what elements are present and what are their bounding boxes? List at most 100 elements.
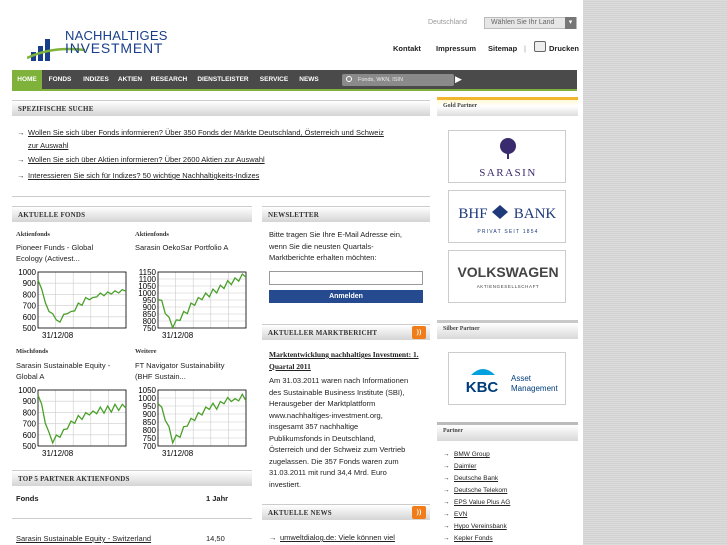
body-line: zugelassen. Die 357 Fonds waren zum	[269, 456, 399, 466]
partner-link-text[interactable]: EPS Value Plus AG	[454, 499, 510, 506]
nav-dienstleister[interactable]: DIENSTLEISTER	[194, 70, 252, 89]
arrow-right-icon: →	[443, 451, 450, 458]
fund-name[interactable]: Sarasin OekoSar Portfolio A	[135, 242, 228, 253]
bank-text: BANK	[514, 206, 557, 222]
fund-price-line	[37, 395, 127, 445]
market-report-body: Am 31.03.2011 waren nach Informationen d…	[269, 375, 408, 490]
silver-partner-header: Silber Partner	[437, 320, 578, 339]
email-field[interactable]	[269, 271, 423, 285]
country-select[interactable]: Wählen Sie Ihr Land ▾	[484, 17, 577, 29]
nav-research[interactable]: RESEARCH	[148, 70, 190, 89]
volkswagen-graphic: VOLKSWAGEN AKTIENGESELLSCHAFT	[457, 264, 558, 289]
fund-chart[interactable]: 1000 900 800 700 600 500 31/12/08	[4, 386, 130, 462]
kbc-sub1: Asset	[511, 374, 532, 383]
nav-fonds[interactable]: FONDS	[45, 70, 75, 89]
search-icon	[346, 76, 352, 82]
printer-icon[interactable]	[534, 41, 546, 52]
y-tick-label: 500	[23, 324, 37, 333]
diamond-icon	[492, 205, 508, 219]
fund-chart[interactable]: 115011001050100095090085080075031/12/08	[124, 268, 250, 344]
kbc-logo[interactable]: KBC Asset Management	[448, 352, 566, 405]
fund-category: Aktienfonds	[135, 231, 169, 238]
market-report-header: AKTUELLER MARKTBERICHT ))	[262, 324, 430, 340]
link-drucken[interactable]: Drucken	[549, 44, 579, 53]
fund-name[interactable]: Pioneer Funds - Global Ecology (Activest…	[16, 242, 93, 264]
fund-name-line: FT Navigator Sustainability	[135, 361, 225, 370]
y-tick-label: 1000	[18, 386, 36, 395]
news-title: AKTUELLE NEWS	[268, 509, 332, 517]
body-line: 31.03.2011 mit rund 34,4 Mrd. Euro	[269, 468, 387, 477]
nav-indizes[interactable]: INDIZES	[80, 70, 112, 89]
sarasin-logo[interactable]: SARASIN	[448, 130, 566, 183]
x-tick-label: 31/12/08	[162, 449, 194, 458]
search-placeholder: Fonds, WKN, ISIN	[358, 77, 403, 83]
fund-chart[interactable]: 1000 900 800 700 600 500 31/12/08	[4, 268, 130, 344]
y-tick-label: 700	[23, 420, 37, 429]
top5-col-fonds: Fonds	[16, 494, 39, 503]
arrow-right-icon: →	[443, 499, 450, 506]
body-line: www.nachhaltiges-investment.org,	[269, 410, 383, 420]
y-tick-label: 500	[23, 442, 37, 451]
newsletter-text-line: wenn Sie die neusten Quartals-	[269, 241, 374, 251]
bhf-bank-logo[interactable]: BHF BANK PRIVAT SEIT 1854	[448, 190, 566, 243]
fund-name-line: Pioneer Funds - Global	[16, 243, 94, 252]
link-impressum[interactable]: Impressum	[436, 44, 476, 53]
partner-link-text[interactable]: Kepler Fonds	[454, 535, 493, 542]
x-tick-label: 31/12/08	[42, 331, 74, 340]
rss-icon[interactable]: ))	[412, 326, 426, 339]
search-go-button[interactable]: ▶	[455, 74, 462, 85]
body-line: investiert.	[269, 479, 302, 489]
vw-sub-text: AKTIENGESELLSCHAFT	[477, 284, 540, 289]
y-tick-label: 800	[23, 408, 37, 417]
kbc-sub2: Management	[511, 384, 558, 393]
nav-service[interactable]: SERVICE	[256, 70, 292, 89]
link-sitemap[interactable]: Sitemap	[488, 44, 517, 53]
fund-name[interactable]: Sarasin Sustainable Equity - Global A	[16, 360, 110, 382]
toplinks-separator: |	[524, 44, 526, 53]
quicklink-fonds-text-2[interactable]: zur Auswahl	[28, 139, 68, 152]
fund-name-line: Ecology (Activest...	[16, 254, 80, 263]
subscribe-button[interactable]: Anmelden	[269, 290, 423, 303]
news-link[interactable]: umweltdialog.de: Viele können viel	[280, 531, 395, 544]
partner-link-text[interactable]: Hypo Vereinsbank	[454, 523, 507, 530]
bhf-text: BHF	[458, 206, 487, 222]
newsletter-text: Bitte tragen Sie Ihre E-Mail Adresse ein…	[269, 229, 402, 264]
search-input[interactable]: Fonds, WKN, ISIN	[342, 74, 454, 86]
link-kontakt[interactable]: Kontakt	[393, 44, 421, 53]
rss-icon[interactable]: ))	[412, 506, 426, 519]
arrow-right-icon: →	[443, 475, 450, 482]
main-nav: HOME FONDS INDIZES AKTIEN RESEARCH DIENS…	[12, 70, 577, 91]
fund-name-line: Sarasin Sustainable Equity -	[16, 361, 111, 370]
top5-section-header: TOP 5 PARTNER AKTIENFONDS	[12, 470, 252, 486]
y-tick-label: 900	[23, 397, 37, 406]
fund-chart[interactable]: 1050100095090085080075070031/12/08	[124, 386, 250, 462]
partner-link-text[interactable]: Deutsche Telekom	[454, 487, 507, 494]
quicklink-aktien-text[interactable]: Wollen Sie sich über Aktien informieren?…	[28, 153, 265, 166]
quicklink-fonds-text[interactable]: Wollen Sie sich über Fonds informieren? …	[28, 126, 384, 139]
partner-link-text[interactable]: Daimler	[454, 463, 476, 470]
quicklink-indizes-text[interactable]: Interessieren Sie sich für Indizes? 50 w…	[28, 169, 259, 182]
page: NACHHALTIGES INVESTMENT Deutschland Wähl…	[0, 0, 583, 545]
fund-category: Aktienfonds	[16, 231, 50, 238]
y-tick-label: 700	[143, 442, 157, 451]
y-tick-label: 700	[23, 302, 37, 311]
partner-link-text[interactable]: Deutsche Bank	[454, 475, 498, 482]
divider	[12, 518, 252, 519]
table-row-name[interactable]: Sarasin Sustainable Equity - Switzerland	[16, 534, 151, 543]
partner-link-text[interactable]: EVN	[454, 511, 467, 518]
chart-frame	[37, 271, 127, 329]
country-label: Deutschland	[428, 19, 467, 26]
nav-news[interactable]: NEWS	[296, 70, 322, 89]
arrow-right-icon: →	[443, 511, 450, 518]
y-tick-label: 600	[23, 313, 37, 322]
body-line: des Sustainable Business Institute (SBI)…	[269, 387, 405, 397]
arrow-right-icon: →	[17, 155, 25, 164]
search-section-header: SPEZIFISCHE SUCHE	[12, 100, 430, 116]
nav-aktien[interactable]: AKTIEN	[116, 70, 144, 89]
top5-fund-link[interactable]: Sarasin Sustainable Equity - Switzerland	[16, 534, 151, 543]
volkswagen-logo[interactable]: VOLKSWAGEN AKTIENGESELLSCHAFT	[448, 250, 566, 303]
market-report-headline[interactable]: Marktentwicklung nachhaltiges Investment…	[269, 349, 419, 372]
nav-home[interactable]: HOME	[12, 70, 42, 89]
fund-name[interactable]: FT Navigator Sustainability (BHF Sustain…	[135, 360, 224, 382]
partner-link-text[interactable]: BMW Group	[454, 451, 490, 458]
